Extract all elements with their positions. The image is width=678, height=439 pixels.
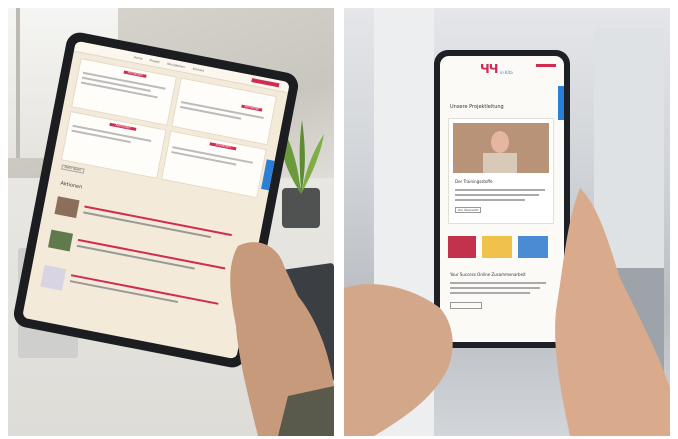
site-logo-subtitle: in Kita [500, 70, 513, 75]
news-thumbnail [54, 196, 80, 219]
side-tab[interactable] [558, 86, 564, 120]
person-body [483, 153, 517, 173]
site-logo: ЧЧ [480, 62, 498, 76]
right-hand [550, 188, 670, 436]
section-heading: Unsere Projektleitung [450, 104, 504, 110]
left-photo: Home Projekt Neuigkeiten Kontakt Anmelde… [8, 8, 334, 436]
news-thumbnail [40, 264, 67, 291]
news-link[interactable] [77, 238, 226, 270]
nav-item-kontakt[interactable]: Kontakt [192, 67, 204, 73]
nav-item-news[interactable]: Neuigkeiten [167, 62, 185, 69]
news-thumbnail [47, 229, 74, 252]
right-photo: ЧЧ in Kita Unsere Projektleitung Der Tra… [344, 8, 670, 436]
tablet-logo [251, 78, 280, 88]
card-title: Der Trainingsstoffe [455, 179, 493, 184]
left-hand [218, 236, 334, 436]
section-title: Aktionen [59, 180, 83, 191]
card-button[interactable]: Anmelden [209, 142, 237, 151]
header-badge [536, 64, 556, 67]
window-mullion [16, 8, 20, 158]
nav-item-projekt[interactable]: Projekt [149, 58, 160, 64]
person-face [491, 131, 509, 153]
card-button[interactable]: Anmelden [109, 122, 137, 131]
card-button[interactable]: Anmelden [241, 104, 263, 112]
left-hand [344, 248, 464, 436]
video-card: Der Trainingsstoffe Zur Übersicht [448, 118, 554, 224]
video-thumbnail[interactable] [453, 123, 549, 173]
card-button[interactable]: Anmelden [123, 70, 147, 78]
news-link[interactable] [70, 274, 219, 305]
nav-item-home[interactable]: Home [133, 55, 142, 61]
overview-button[interactable]: Zur Übersicht [455, 207, 482, 213]
news-link[interactable] [84, 205, 232, 237]
more-button[interactable]: Mehr lesen [61, 164, 85, 174]
